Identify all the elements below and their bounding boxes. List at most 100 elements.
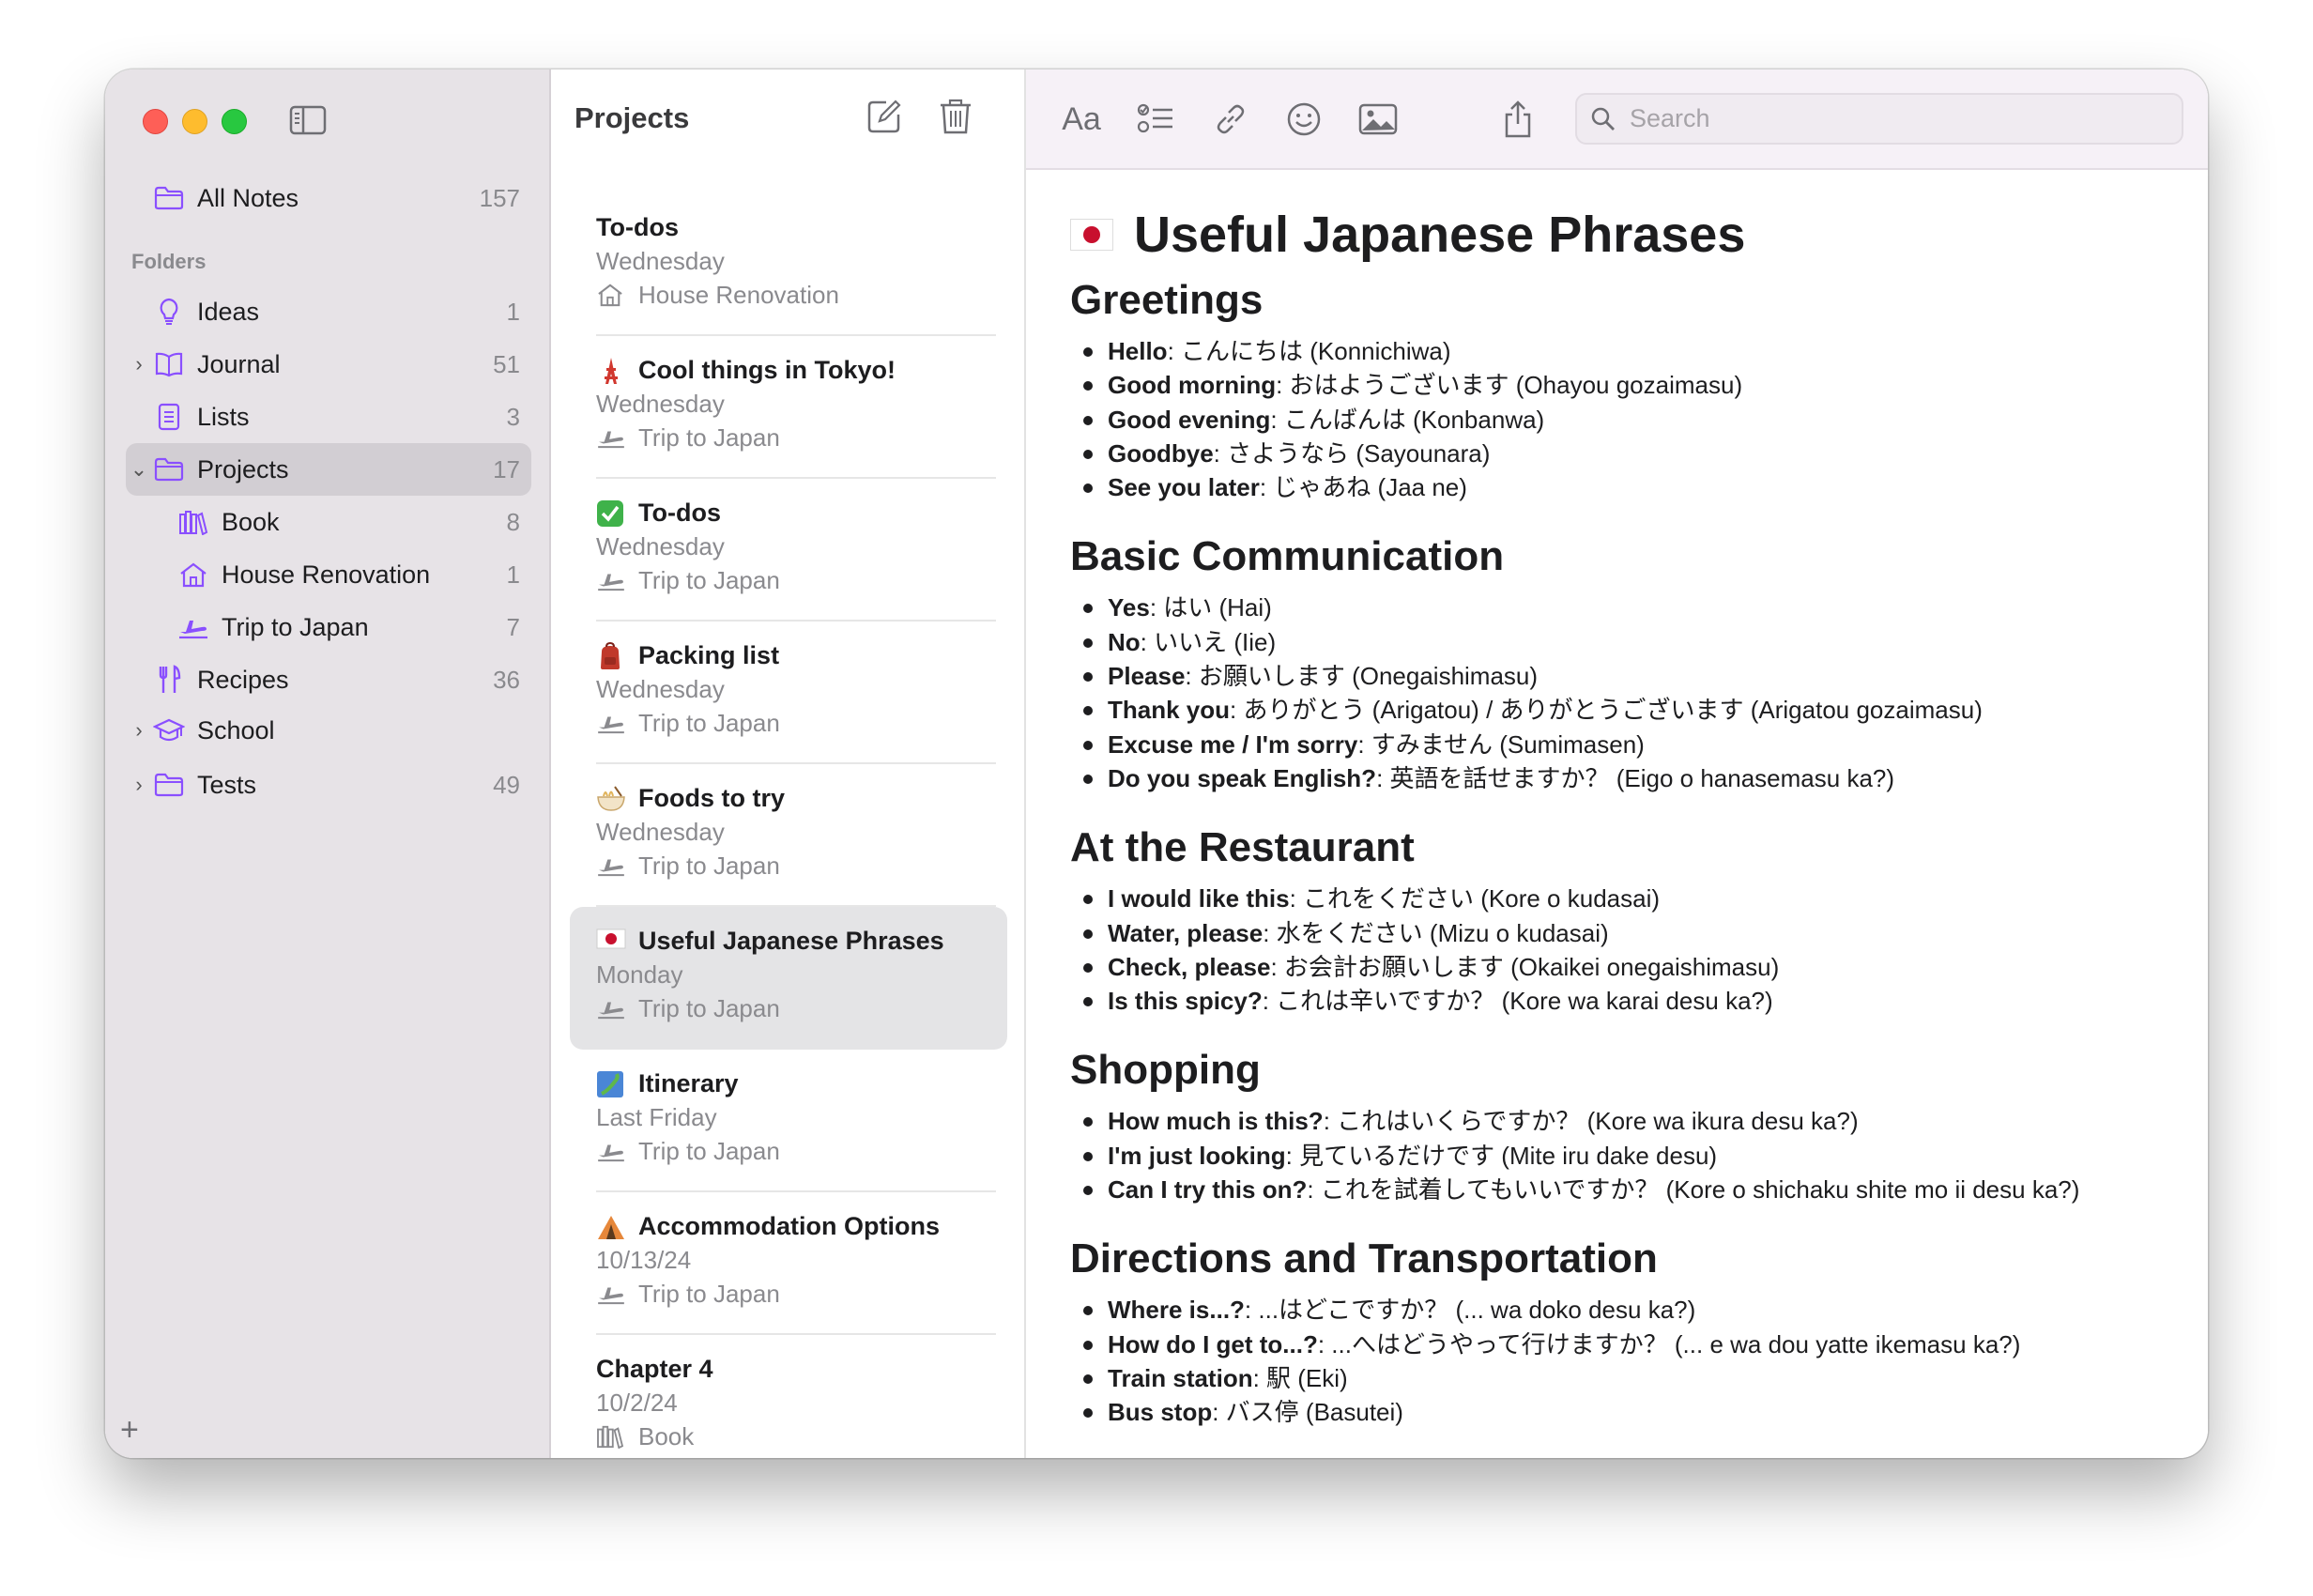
note-list-item[interactable]: Foods to try Wednesday Trip to Japan	[570, 764, 1007, 907]
chevron-right-icon[interactable]: ›	[126, 352, 152, 376]
check-mark-button-icon	[596, 499, 626, 527]
trash-icon[interactable]	[939, 98, 976, 135]
sidebar-item-tests[interactable]: › Tests 49	[126, 759, 531, 811]
note-title: Chapter 4	[596, 1354, 713, 1383]
folder-icon	[152, 454, 186, 484]
phrase-item: Please: お願いします (Onegaishimasu)	[1083, 659, 2170, 693]
sidebar-item-trip-to-japan[interactable]: Trip to Japan 7	[126, 601, 531, 653]
format-button[interactable]: Aa	[1060, 98, 1103, 141]
sidebar-item-count: 1	[506, 560, 520, 589]
note-list-item[interactable]: Itinerary Last Friday Trip to Japan	[570, 1050, 1007, 1192]
chevron-down-icon[interactable]: ⌄	[126, 457, 152, 482]
phrase-item: Goodbye: さようなら (Sayounara)	[1083, 437, 2170, 470]
japan-flag-icon	[1070, 219, 1113, 251]
lightbulb-icon	[152, 297, 186, 327]
note-list-item[interactable]: Accommodation Options 10/13/24 Trip to J…	[570, 1192, 1007, 1335]
phrase-item: Can I try this on?: これを試着してもいいですか？ (Kore…	[1083, 1173, 2170, 1206]
sidebar-item-projects[interactable]: ⌄ Projects 17	[126, 443, 531, 496]
note-list-item[interactable]: Cool things in Tokyo! Wednesday Trip to …	[570, 336, 1007, 479]
sidebar: All Notes 157 Folders Ideas 1 › Journal …	[105, 69, 551, 1458]
list-icon	[152, 402, 186, 432]
note-title: Itinerary	[638, 1068, 739, 1097]
note-list-item-selected[interactable]: Useful Japanese Phrases Monday Trip to J…	[570, 907, 1007, 1050]
sidebar-item-label: Lists	[197, 402, 250, 431]
phrase-item: I'm just looking: 見ているだけです (Mite iru dak…	[1083, 1139, 2170, 1173]
note-folder: Trip to Japan	[638, 851, 780, 880]
sidebar-item-journal[interactable]: › Journal 51	[126, 338, 531, 391]
house-icon	[176, 560, 210, 590]
sidebar-item-label: House Renovation	[222, 560, 431, 589]
phrase-item: I would like this: これをください (Kore o kudas…	[1083, 882, 2170, 915]
airplane-icon	[596, 425, 626, 450]
note-content[interactable]: Useful Japanese Phrases Greetings Hello:…	[1070, 201, 2170, 1430]
sidebar-item-count: 17	[493, 454, 520, 483]
note-list: Projects To-dos Wednesday House Renovati…	[551, 69, 1026, 1458]
sidebar-item-school[interactable]: › School	[126, 704, 531, 757]
media-icon[interactable]	[1356, 98, 1400, 141]
phrase-item: Is this spicy?: これは辛いですか？ (Kore wa karai…	[1083, 984, 2170, 1018]
sidebar-item-recipes[interactable]: Recipes 36	[126, 653, 531, 706]
search-field[interactable]	[1575, 93, 2183, 145]
phrase-list: Hello: こんにちは (Konnichiwa) Good morning: …	[1070, 334, 2170, 504]
tokyo-tower-icon	[596, 357, 626, 384]
phrase-item: Do you speak English?: 英語を話せますか？ (Eigo o…	[1083, 761, 2170, 795]
backpack-icon	[596, 642, 626, 669]
note-folder: House Renovation	[638, 280, 839, 309]
minimize-window-button[interactable]	[182, 109, 207, 134]
note-list-item[interactable]: To-dos Wednesday Trip to Japan	[570, 479, 1007, 622]
checklist-icon[interactable]	[1134, 98, 1177, 141]
note-list-item[interactable]: Chapter 4 10/2/24 Book	[570, 1335, 1007, 1458]
note-date: Last Friday	[596, 1103, 717, 1131]
chevron-right-icon[interactable]: ›	[126, 718, 152, 743]
sidebar-item-house-renovation[interactable]: House Renovation 1	[126, 548, 531, 601]
chevron-right-icon[interactable]: ›	[126, 773, 152, 797]
note-folder: Book	[638, 1421, 695, 1450]
fork-knife-icon	[152, 665, 186, 695]
graduation-cap-icon	[152, 715, 186, 745]
phrase-item: Excuse me / I'm sorry: すみません (Sumimasen)	[1083, 728, 2170, 761]
emoji-icon[interactable]	[1282, 98, 1325, 141]
phrase-list: Where is...?: ...はどこですか？ (... wa doko de…	[1070, 1293, 2170, 1429]
sidebar-item-all-notes[interactable]: All Notes 157	[126, 172, 531, 224]
maximize-window-button[interactable]	[222, 109, 247, 134]
sidebar-item-ideas[interactable]: Ideas 1	[126, 285, 531, 338]
note-date: Wednesday	[596, 532, 725, 560]
compose-icon[interactable]	[865, 98, 903, 135]
ramen-bowl-icon	[596, 785, 626, 811]
note-date: Monday	[596, 960, 683, 989]
close-window-button[interactable]	[143, 109, 168, 134]
phrase-item: Bus stop: バス停 (Basutei)	[1083, 1395, 2170, 1429]
add-folder-button[interactable]: +	[120, 1412, 139, 1449]
note-date: 10/2/24	[596, 1389, 678, 1417]
phrase-item: Train station: 駅 (Eki)	[1083, 1361, 2170, 1395]
sidebar-item-count: 51	[493, 349, 520, 378]
note-editor: Aa Search Useful Japanese Phrases Greeti…	[1026, 69, 2208, 1458]
note-date: Wednesday	[596, 390, 725, 418]
note-list-item[interactable]: To-dos Wednesday House Renovation	[570, 193, 1007, 336]
note-title: Accommodation Options	[638, 1211, 941, 1240]
note-title: Packing list	[638, 640, 780, 669]
phrase-item: Hello: こんにちは (Konnichiwa)	[1083, 334, 2170, 368]
airplane-icon	[596, 711, 626, 735]
sidebar-item-book[interactable]: Book 8	[126, 496, 531, 548]
airplane-icon	[596, 853, 626, 878]
japan-flag-icon	[596, 928, 626, 954]
sidebar-item-label: School	[197, 715, 275, 744]
sidebar-item-label: Projects	[197, 454, 289, 483]
search-icon	[1590, 106, 1616, 132]
sidebar-item-label: Book	[222, 507, 280, 536]
section-heading: Directions and Transportation	[1070, 1235, 1658, 1282]
note-list-item[interactable]: Packing list Wednesday Trip to Japan	[570, 622, 1007, 764]
phrase-list: How much is this?: これはいくらですか？ (Kore wa i…	[1070, 1104, 2170, 1206]
search-input[interactable]	[1628, 103, 2157, 134]
phrase-list: Yes: はい (Hai) No: いいえ (Iie) Please: お願いし…	[1070, 591, 2170, 795]
book-icon	[152, 349, 186, 379]
sidebar-item-label: Tests	[197, 770, 257, 799]
sidebar-toggle-icon[interactable]	[289, 104, 327, 136]
notes-window: All Notes 157 Folders Ideas 1 › Journal …	[105, 69, 2208, 1458]
folder-icon	[152, 183, 186, 213]
sidebar-item-lists[interactable]: Lists 3	[126, 391, 531, 443]
link-icon[interactable]	[1209, 98, 1252, 141]
note-title: Cool things in Tokyo!	[638, 355, 896, 384]
share-icon[interactable]	[1496, 98, 1539, 141]
